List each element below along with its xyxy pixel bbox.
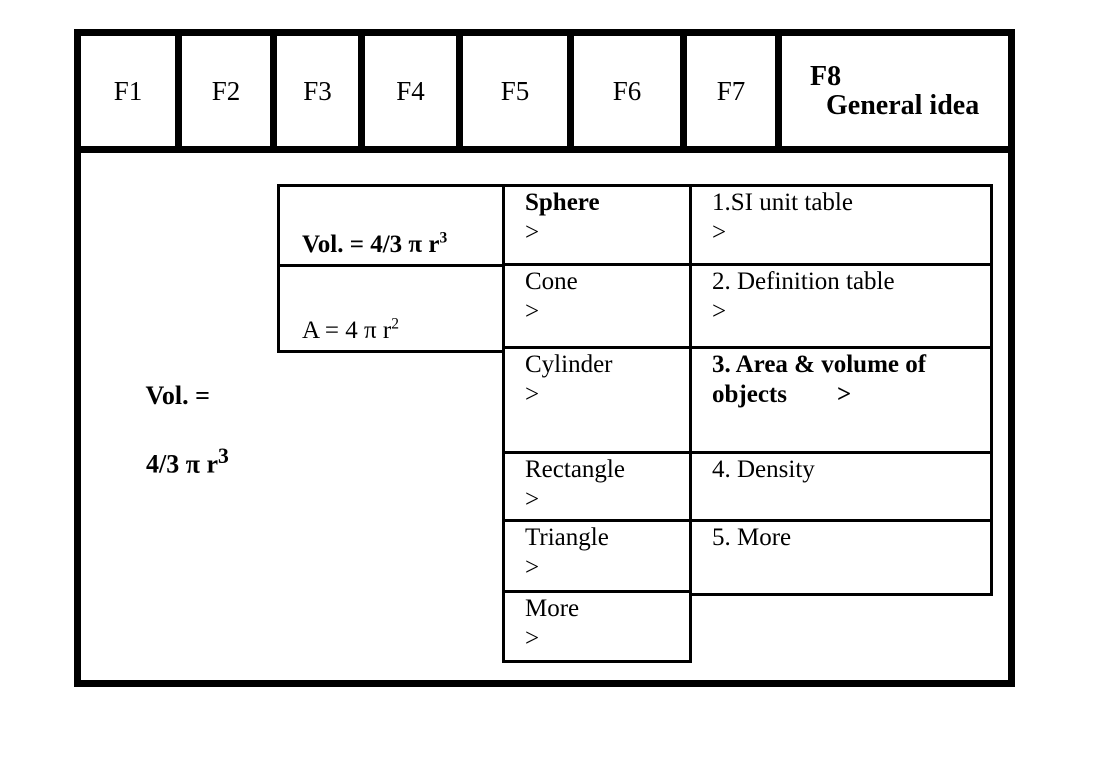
- topic-item[interactable]: 3. Area & volume of objects >: [692, 349, 990, 454]
- shape-label: Sphere: [525, 189, 600, 216]
- left-panel-formula: Vol. = 4/3 π r3: [107, 348, 229, 512]
- tab-f2[interactable]: F2: [182, 36, 270, 146]
- shape-label: Cylinder: [525, 351, 613, 378]
- shape-label: More: [525, 595, 580, 622]
- topic-label: 3. Area & volume of objects >: [712, 351, 927, 408]
- topic-item[interactable]: 2. Definition table >: [692, 266, 990, 349]
- shape-item[interactable]: Cylinder >: [505, 349, 689, 454]
- shape-expand-arrow-icon[interactable]: >: [525, 553, 689, 583]
- formula-cell[interactable]: Vol. = 4/3 π r3: [280, 187, 502, 267]
- formula-exponent: 2: [391, 315, 399, 333]
- topic-item[interactable]: 4. Density: [692, 454, 990, 522]
- formula-base: A = 4 π r: [302, 316, 392, 344]
- shape-item[interactable]: Triangle >: [505, 522, 689, 593]
- shape-expand-arrow-icon[interactable]: >: [525, 218, 689, 248]
- shape-item[interactable]: Cone >: [505, 266, 689, 349]
- topic-label: 4. Density: [712, 456, 815, 483]
- tab-label: F2: [211, 75, 241, 106]
- shape-expand-arrow-icon[interactable]: >: [525, 297, 689, 327]
- shape-label: Triangle: [525, 524, 609, 551]
- tab-label: F1: [113, 75, 143, 106]
- left-formula-line2: 4/3 π r: [146, 449, 219, 479]
- shapes-column: Sphere > Cone > Cylinder > Rectangle > Triangle >…: [502, 184, 692, 663]
- formula-text: A = 4 π r2: [302, 315, 399, 345]
- tab-label: F6: [612, 75, 642, 106]
- shape-label: Cone: [525, 268, 578, 295]
- shape-label: Rectangle: [525, 456, 625, 483]
- tab-label: F7: [716, 75, 746, 106]
- shape-item[interactable]: Rectangle >: [505, 454, 689, 522]
- formula-cell[interactable]: A = 4 π r2: [280, 267, 502, 350]
- formula-column: Vol. = 4/3 π r3 A = 4 π r2: [277, 184, 505, 353]
- tab-label: F5: [500, 75, 530, 106]
- tab-label: F3: [303, 75, 332, 106]
- left-formula-exponent: 3: [218, 444, 229, 469]
- tab-sublabel: General idea: [826, 90, 980, 121]
- topic-expand-arrow-icon[interactable]: >: [712, 297, 990, 327]
- shape-item[interactable]: Sphere >: [505, 187, 689, 266]
- tab-f7[interactable]: F7: [687, 36, 775, 146]
- tab-label: F4: [396, 75, 425, 106]
- tab-f6[interactable]: F6: [574, 36, 680, 146]
- tab-f8[interactable]: F8 General idea: [782, 36, 1008, 146]
- left-formula-line1: Vol. =: [145, 380, 210, 410]
- application-frame: F1 F2 F3 F4 F5 F6 F7 F8 General idea Vol. = 4/3 …: [74, 29, 1015, 687]
- tab-f4[interactable]: F4: [365, 36, 456, 146]
- tab-label: F8: [810, 60, 842, 92]
- formula-text: Vol. = 4/3 π r3: [302, 229, 448, 259]
- tab-f1[interactable]: F1: [81, 36, 175, 146]
- topic-item[interactable]: 5. More: [692, 522, 990, 593]
- formula-base: Vol. = 4/3 π r: [302, 230, 440, 258]
- topics-column: 1.SI unit table >2. Definition table >3. A…: [689, 184, 993, 596]
- formula-exponent: 3: [439, 229, 448, 247]
- shape-item[interactable]: More >: [505, 593, 689, 660]
- topic-label: 5. More: [712, 524, 792, 551]
- tab-f3[interactable]: F3: [277, 36, 358, 146]
- topic-item[interactable]: 1.SI unit table >: [692, 187, 990, 266]
- tab-f5[interactable]: F5: [463, 36, 567, 146]
- content-panel: Vol. = 4/3 π r3 Vol. = 4/3 π r3 A = 4 π r…: [81, 153, 1008, 680]
- shape-expand-arrow-icon[interactable]: >: [525, 485, 689, 515]
- topic-label: 2. Definition table: [712, 268, 895, 295]
- topic-label: 1.SI unit table: [712, 189, 853, 216]
- shape-expand-arrow-icon[interactable]: >: [525, 380, 689, 410]
- topic-expand-arrow-icon[interactable]: >: [712, 218, 990, 248]
- tab-bar: F1 F2 F3 F4 F5 F6 F7 F8 General idea: [81, 36, 1008, 153]
- shape-expand-arrow-icon[interactable]: >: [525, 624, 689, 654]
